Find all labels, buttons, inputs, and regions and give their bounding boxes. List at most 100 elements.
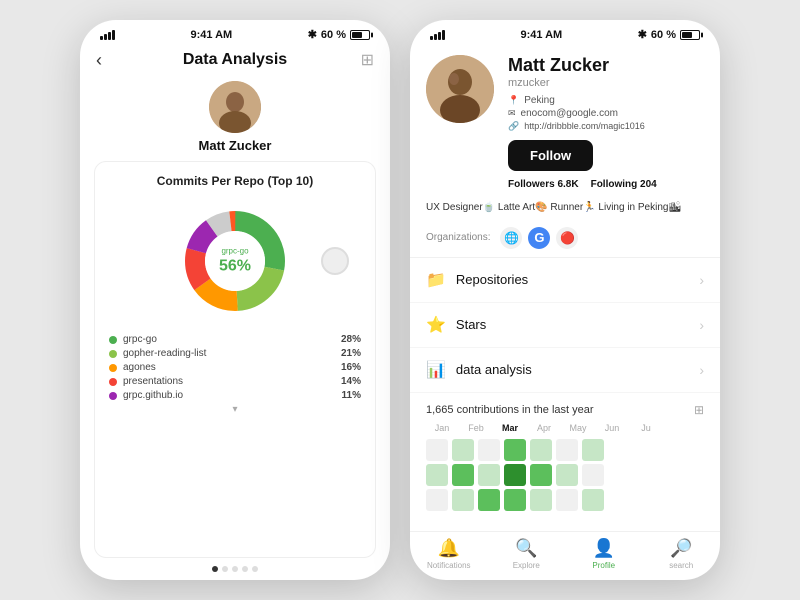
contrib-grid	[426, 439, 704, 511]
following-label: Following 204	[591, 179, 657, 190]
data-analysis-icon: 📊	[426, 360, 446, 380]
dot-4	[252, 566, 258, 572]
repositories-icon: 📁	[426, 270, 446, 290]
location-text: Peking	[524, 95, 555, 106]
nav-profile-label: Profile	[592, 561, 615, 570]
email-row: ✉ enocom@google.com	[508, 108, 704, 119]
legend-item-3: presentations 14%	[109, 376, 361, 387]
legend-item-1: gopher-reading-list 21%	[109, 348, 361, 359]
nav-explore-label: Explore	[513, 561, 540, 570]
legend-dot-2	[109, 364, 117, 372]
follow-button[interactable]: Follow	[508, 140, 593, 171]
nav-explore[interactable]: 🔍 Explore	[488, 538, 566, 570]
dot-1	[222, 566, 228, 572]
chart-legend: grpc-go 28% gopher-reading-list 21% agon…	[109, 334, 361, 415]
donut-chart: grpc-go 56%	[109, 196, 361, 326]
status-left	[100, 30, 115, 40]
website-text: http://dribbble.com/magic1016	[524, 121, 645, 131]
following-value: 204	[640, 179, 657, 190]
chart-card: Commits Per Repo (Top 10)	[94, 161, 376, 558]
nav-search-label: search	[669, 561, 693, 570]
stars-label: Stars	[456, 317, 699, 332]
dot-3	[242, 566, 248, 572]
profile-icon: 👤	[593, 538, 615, 559]
legend-name-1: gopher-reading-list	[123, 348, 335, 359]
chart-title: Commits Per Repo (Top 10)	[109, 174, 361, 188]
profile-section-left: Matt Zucker	[80, 77, 390, 161]
contributions-title: 1,665 contributions in the last year	[426, 404, 594, 416]
bio-section: UX Designer🍵 Latte Art🎨 Runner🏃 Living i…	[410, 200, 720, 223]
nav-profile[interactable]: 👤 Profile	[565, 538, 643, 570]
bluetooth-icon-right: ✱	[638, 28, 647, 41]
legend-name-2: agones	[123, 362, 335, 373]
page-title: Data Analysis	[183, 51, 287, 69]
more-arrow[interactable]: ▾	[109, 404, 361, 415]
contributions-section: 1,665 contributions in the last year ⊞ J…	[410, 393, 720, 531]
legend-name-4: grpc.github.io	[123, 390, 336, 401]
status-bar-left: 9:41 AM ✱ 60 %	[80, 20, 390, 45]
chevron-icon-2: ›	[699, 362, 704, 378]
month-mar: Mar	[496, 423, 524, 433]
grid-icon-right[interactable]: ⊞	[694, 403, 704, 417]
signal-icon-right	[430, 30, 445, 40]
bio-text: UX Designer🍵 Latte Art🎨 Runner🏃 Living i…	[426, 200, 704, 215]
battery-icon-left	[350, 30, 370, 40]
menu-item-repositories[interactable]: 📁 Repositories ›	[410, 258, 720, 303]
email-text: enocom@google.com	[521, 108, 618, 119]
search-icon: 🔎	[670, 538, 692, 559]
bluetooth-icon: ✱	[308, 28, 317, 41]
nav-notifications[interactable]: 🔔 Notifications	[410, 538, 488, 570]
profile-name-left: Matt Zucker	[199, 138, 272, 153]
profile-info: Matt Zucker mzucker 📍 Peking ✉ enocom@go…	[508, 55, 704, 190]
left-phone: 9:41 AM ✱ 60 % ‹ Data Analysis ⊞	[80, 20, 390, 580]
avatar-right	[426, 55, 494, 123]
repositories-label: Repositories	[456, 272, 699, 287]
battery-icon-right	[680, 30, 700, 40]
profile-meta: 📍 Peking ✉ enocom@google.com 🔗 http://dr…	[508, 95, 704, 132]
contributions-header: 1,665 contributions in the last year ⊞	[426, 403, 704, 417]
orgs-label: Organizations:	[426, 232, 490, 243]
right-phone: 9:41 AM ✱ 60 %	[410, 20, 720, 580]
nav-search[interactable]: 🔎 search	[643, 538, 721, 570]
followers-count: Followers	[508, 179, 555, 190]
menu-item-data-analysis[interactable]: 📊 data analysis ›	[410, 348, 720, 393]
month-apr: Apr	[530, 423, 558, 433]
menu-item-stars[interactable]: ⭐ Stars ›	[410, 303, 720, 348]
chevron-icon-1: ›	[699, 317, 704, 333]
notifications-icon: 🔔	[438, 538, 460, 559]
legend-dot-4	[109, 392, 117, 400]
dot-2	[232, 566, 238, 572]
legend-item-2: agones 16%	[109, 362, 361, 373]
profile-header-right: Matt Zucker mzucker 📍 Peking ✉ enocom@go…	[410, 45, 720, 200]
legend-name-0: grpc-go	[123, 334, 335, 345]
stars-icon: ⭐	[426, 315, 446, 335]
link-icon: 🔗	[508, 121, 519, 132]
chevron-icon-0: ›	[699, 272, 704, 288]
month-feb: Feb	[462, 423, 490, 433]
status-right-right: ✱ 60 %	[638, 28, 700, 41]
back-button[interactable]: ‹	[96, 50, 102, 71]
grid-icon[interactable]: ⊞	[361, 50, 374, 70]
screen-container: 9:41 AM ✱ 60 % ‹ Data Analysis ⊞	[0, 0, 800, 600]
status-right-left: ✱ 60 %	[308, 28, 370, 41]
data-analysis-label: data analysis	[456, 362, 699, 377]
followers-value: 6.8K	[557, 179, 578, 190]
legend-dot-1	[109, 350, 117, 358]
followers-label: Followers 6.8K	[508, 179, 579, 190]
location-row: 📍 Peking	[508, 95, 704, 106]
status-left-right	[430, 30, 445, 40]
battery-pct-left: 60 %	[321, 29, 346, 41]
status-bar-right: 9:41 AM ✱ 60 %	[410, 20, 720, 45]
orgs-row: Organizations: 🌐 G 🔴	[410, 223, 720, 257]
profile-name-right: Matt Zucker	[508, 55, 704, 77]
donut-svg	[175, 201, 295, 321]
legend-pct-1: 21%	[341, 348, 361, 359]
dot-0	[212, 566, 218, 572]
org-badge-0[interactable]: 🌐	[500, 227, 522, 249]
legend-item-4: grpc.github.io 11%	[109, 390, 361, 401]
org-badge-2[interactable]: 🔴	[556, 227, 578, 249]
org-badge-1[interactable]: G	[528, 227, 550, 249]
header-left: ‹ Data Analysis ⊞	[80, 45, 390, 77]
email-icon: ✉	[508, 108, 516, 119]
legend-pct-0: 28%	[341, 334, 361, 345]
